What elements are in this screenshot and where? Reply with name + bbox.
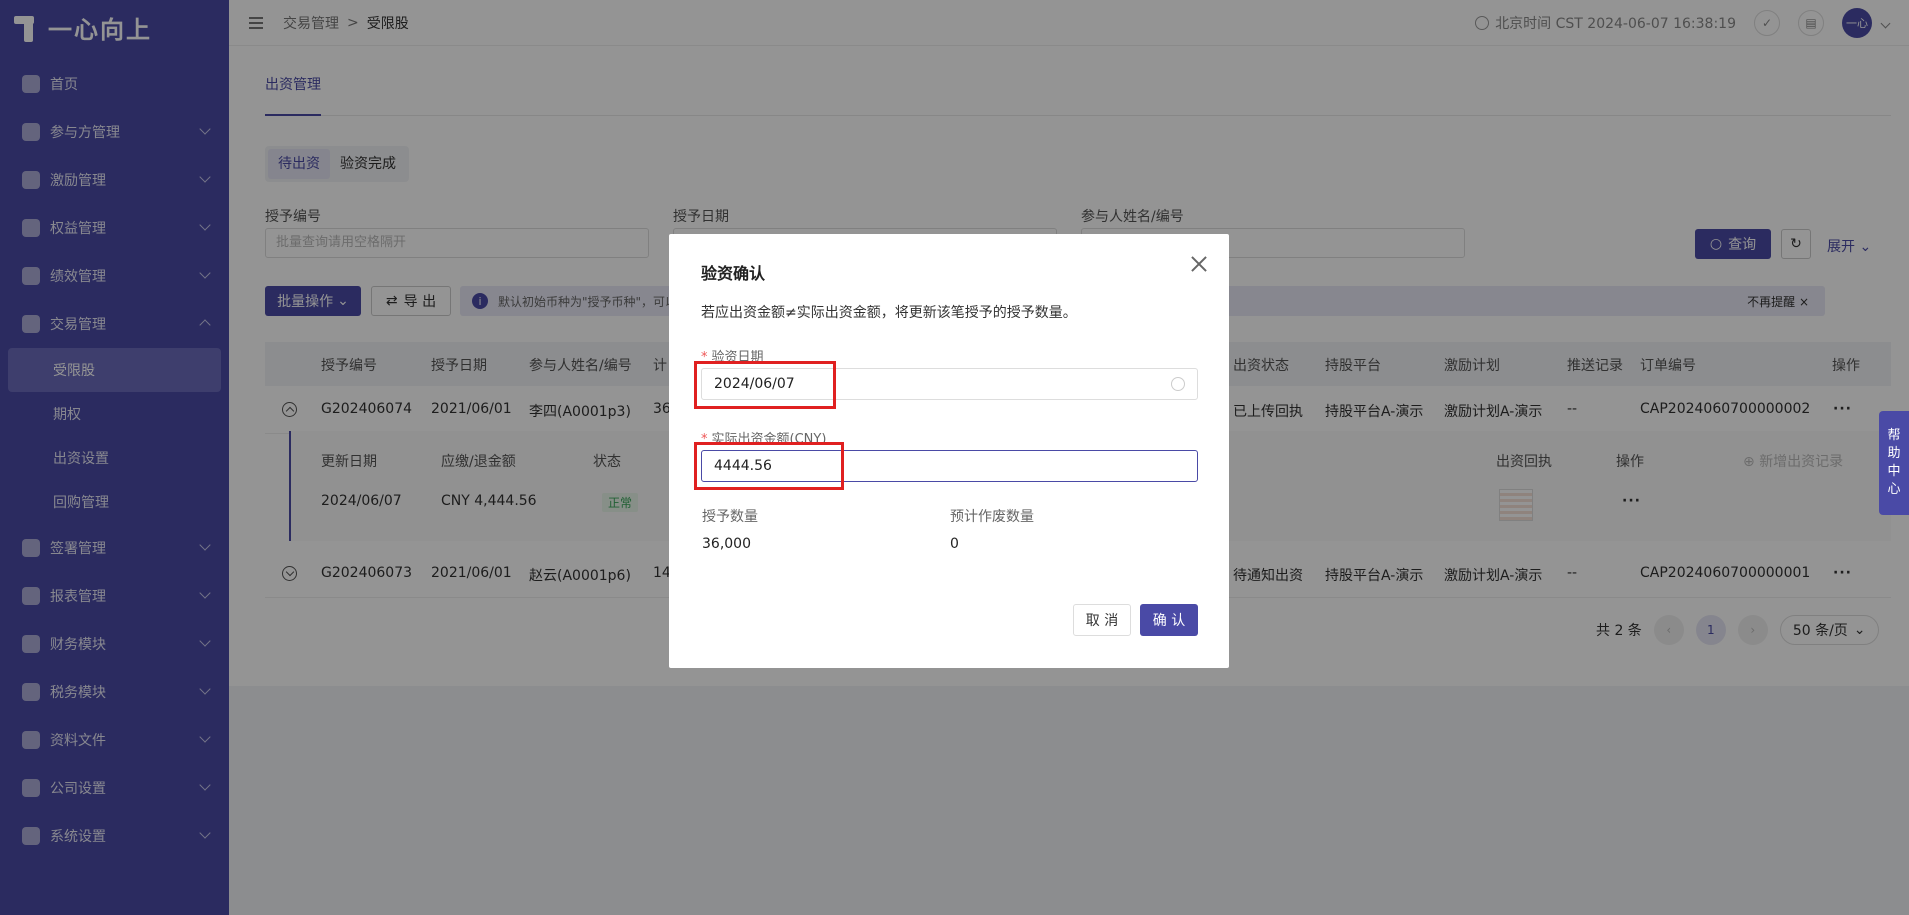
help-center-tab[interactable]: 帮 助 中 心 [1879, 411, 1909, 515]
highlight-box [694, 361, 836, 409]
cancel-button[interactable]: 取 消 [1073, 604, 1131, 636]
dialog-description: 若应出资金额≠实际出资金额，将更新该笔授予的授予数量。 [701, 305, 1077, 321]
verify-capital-dialog: 验资确认 若应出资金额≠实际出资金额，将更新该笔授予的授予数量。 * 验资日期 2… [669, 234, 1229, 668]
help-char: 助 [1887, 446, 1901, 461]
help-char: 中 [1887, 464, 1901, 479]
clock-icon [1171, 377, 1185, 391]
highlight-box [694, 442, 844, 490]
dialog-title: 验资确认 [701, 264, 766, 283]
grant-qty-label: 授予数量 [702, 509, 758, 525]
grant-qty-value: 36,000 [702, 536, 751, 552]
void-qty-value: 0 [950, 536, 959, 552]
help-char: 心 [1887, 482, 1901, 497]
void-qty-label: 预计作废数量 [950, 509, 1034, 525]
close-icon[interactable] [1189, 254, 1209, 274]
help-char: 帮 [1887, 428, 1901, 443]
confirm-button[interactable]: 确 认 [1140, 604, 1198, 636]
